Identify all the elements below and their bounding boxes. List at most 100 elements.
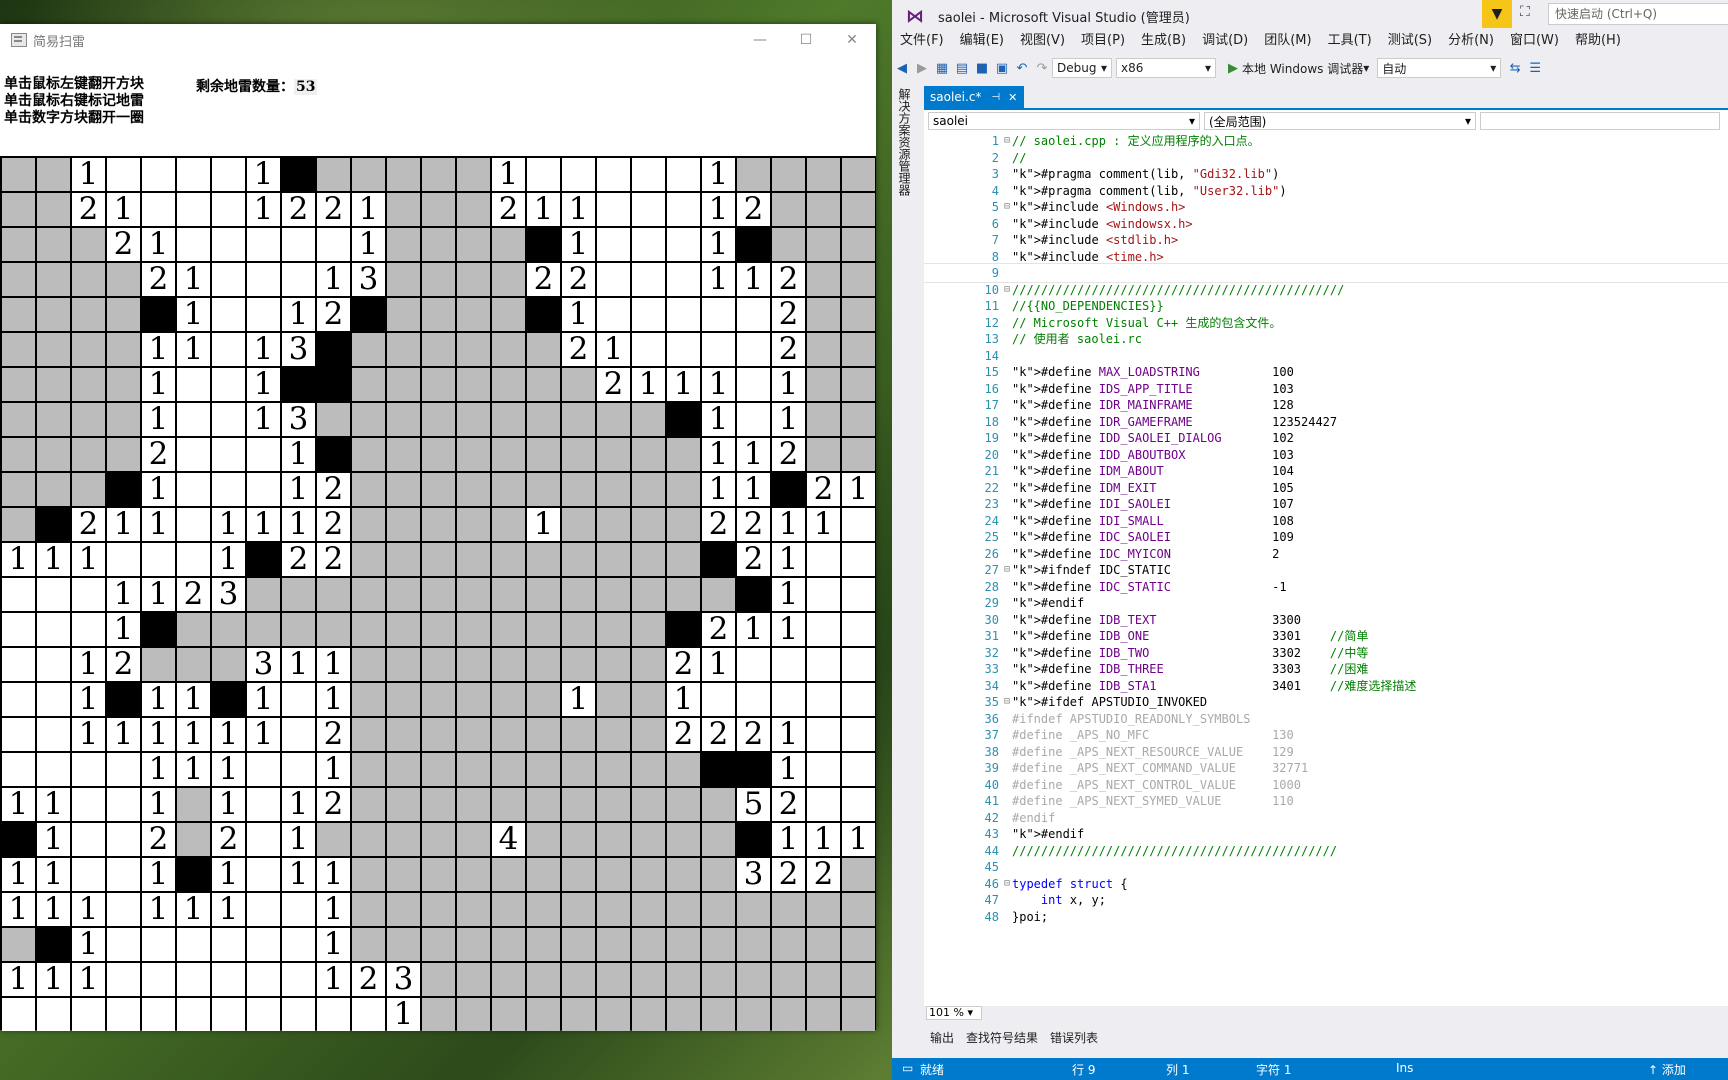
code-line[interactable]: 32 "k">#define IDB_TWO 3302 //中等 bbox=[924, 644, 1728, 662]
unopened-cell[interactable] bbox=[457, 508, 490, 541]
opened-cell[interactable] bbox=[247, 298, 280, 331]
unopened-cell[interactable] bbox=[457, 298, 490, 331]
opened-cell[interactable] bbox=[667, 263, 700, 296]
unopened-cell[interactable] bbox=[72, 368, 105, 401]
unopened-cell[interactable] bbox=[387, 508, 420, 541]
flagged-cell[interactable] bbox=[702, 753, 735, 786]
number-cell[interactable]: 2 bbox=[352, 963, 385, 996]
code-line[interactable]: 13 // 使用者 saolei.rc bbox=[924, 330, 1728, 348]
tab-saolei-c[interactable]: saolei.c* ⊣ ✕ bbox=[924, 86, 1024, 108]
unopened-cell[interactable] bbox=[422, 543, 455, 576]
number-cell[interactable]: 1 bbox=[317, 928, 350, 961]
unopened-cell[interactable] bbox=[632, 998, 665, 1031]
unopened-cell[interactable] bbox=[352, 823, 385, 856]
unopened-cell[interactable] bbox=[597, 508, 630, 541]
number-cell[interactable]: 2 bbox=[282, 543, 315, 576]
flagged-cell[interactable] bbox=[177, 858, 210, 891]
opened-cell[interactable] bbox=[562, 158, 595, 191]
opened-cell[interactable] bbox=[177, 928, 210, 961]
opened-cell[interactable] bbox=[632, 298, 665, 331]
unopened-cell[interactable] bbox=[597, 928, 630, 961]
number-cell[interactable]: 1 bbox=[177, 333, 210, 366]
unopened-cell[interactable] bbox=[492, 963, 525, 996]
number-cell[interactable]: 1 bbox=[37, 963, 70, 996]
flagged-cell[interactable] bbox=[282, 368, 315, 401]
number-cell[interactable]: 1 bbox=[72, 543, 105, 576]
unopened-cell[interactable] bbox=[632, 683, 665, 716]
opened-cell[interactable] bbox=[177, 508, 210, 541]
code-line[interactable]: 34 "k">#define IDB_STA1 3401 //难度选择描述 bbox=[924, 677, 1728, 695]
unopened-cell[interactable] bbox=[737, 928, 770, 961]
menu-test[interactable]: 测试(S) bbox=[1380, 30, 1440, 52]
unopened-cell[interactable] bbox=[597, 788, 630, 821]
unopened-cell[interactable] bbox=[387, 298, 420, 331]
number-cell[interactable]: 1 bbox=[702, 648, 735, 681]
number-cell[interactable]: 2 bbox=[282, 193, 315, 226]
opened-cell[interactable] bbox=[247, 893, 280, 926]
number-cell[interactable]: 2 bbox=[317, 543, 350, 576]
flagged-cell[interactable] bbox=[282, 158, 315, 191]
number-cell[interactable]: 1 bbox=[317, 963, 350, 996]
number-cell[interactable]: 1 bbox=[177, 683, 210, 716]
unopened-cell[interactable] bbox=[842, 928, 875, 961]
unopened-cell[interactable] bbox=[807, 893, 840, 926]
opened-cell[interactable] bbox=[37, 753, 70, 786]
flagged-cell[interactable] bbox=[247, 543, 280, 576]
unopened-cell[interactable] bbox=[842, 963, 875, 996]
unopened-cell[interactable] bbox=[597, 578, 630, 611]
opened-cell[interactable] bbox=[842, 648, 875, 681]
unopened-cell[interactable] bbox=[492, 928, 525, 961]
unopened-cell[interactable] bbox=[597, 718, 630, 751]
number-cell[interactable]: 2 bbox=[492, 193, 525, 226]
opened-cell[interactable] bbox=[632, 158, 665, 191]
zoom-select[interactable]: 101 % ▾ bbox=[926, 1006, 982, 1020]
unopened-cell[interactable] bbox=[772, 193, 805, 226]
unopened-cell[interactable] bbox=[2, 403, 35, 436]
number-cell[interactable]: 1 bbox=[492, 158, 525, 191]
unopened-cell[interactable] bbox=[107, 403, 140, 436]
code-line[interactable]: 44 //////////////////////////////////////… bbox=[924, 842, 1728, 860]
opened-cell[interactable] bbox=[807, 683, 840, 716]
unopened-cell[interactable] bbox=[387, 893, 420, 926]
number-cell[interactable]: 1 bbox=[632, 368, 665, 401]
opened-cell[interactable] bbox=[72, 823, 105, 856]
unopened-cell[interactable] bbox=[667, 438, 700, 471]
unopened-cell[interactable] bbox=[667, 823, 700, 856]
opened-cell[interactable] bbox=[107, 753, 140, 786]
flagged-cell[interactable] bbox=[527, 228, 560, 261]
number-cell[interactable]: 1 bbox=[352, 228, 385, 261]
unopened-cell[interactable] bbox=[247, 578, 280, 611]
unopened-cell[interactable] bbox=[562, 473, 595, 506]
number-cell[interactable]: 1 bbox=[37, 788, 70, 821]
flagged-cell[interactable] bbox=[107, 473, 140, 506]
unopened-cell[interactable] bbox=[807, 228, 840, 261]
unopened-cell[interactable] bbox=[387, 718, 420, 751]
unopened-cell[interactable] bbox=[492, 893, 525, 926]
number-cell[interactable]: 2 bbox=[667, 718, 700, 751]
unopened-cell[interactable] bbox=[807, 438, 840, 471]
unopened-cell[interactable] bbox=[492, 508, 525, 541]
unopened-cell[interactable] bbox=[457, 928, 490, 961]
unopened-cell[interactable] bbox=[317, 823, 350, 856]
flagged-cell[interactable] bbox=[2, 823, 35, 856]
menu-window[interactable]: 窗口(W) bbox=[1502, 30, 1567, 52]
unopened-cell[interactable] bbox=[352, 158, 385, 191]
opened-cell[interactable] bbox=[247, 998, 280, 1031]
opened-cell[interactable] bbox=[667, 158, 700, 191]
unopened-cell[interactable] bbox=[422, 263, 455, 296]
number-cell[interactable]: 1 bbox=[702, 158, 735, 191]
opened-cell[interactable] bbox=[842, 788, 875, 821]
number-cell[interactable]: 1 bbox=[772, 613, 805, 646]
opened-cell[interactable] bbox=[142, 928, 175, 961]
unopened-cell[interactable] bbox=[842, 333, 875, 366]
unopened-cell[interactable] bbox=[807, 928, 840, 961]
number-cell[interactable]: 1 bbox=[282, 438, 315, 471]
unopened-cell[interactable] bbox=[597, 403, 630, 436]
unopened-cell[interactable] bbox=[317, 578, 350, 611]
opened-cell[interactable] bbox=[352, 998, 385, 1031]
opened-cell[interactable] bbox=[737, 403, 770, 436]
unopened-cell[interactable] bbox=[457, 893, 490, 926]
number-cell[interactable]: 1 bbox=[772, 403, 805, 436]
unopened-cell[interactable] bbox=[702, 578, 735, 611]
number-cell[interactable]: 3 bbox=[737, 858, 770, 891]
